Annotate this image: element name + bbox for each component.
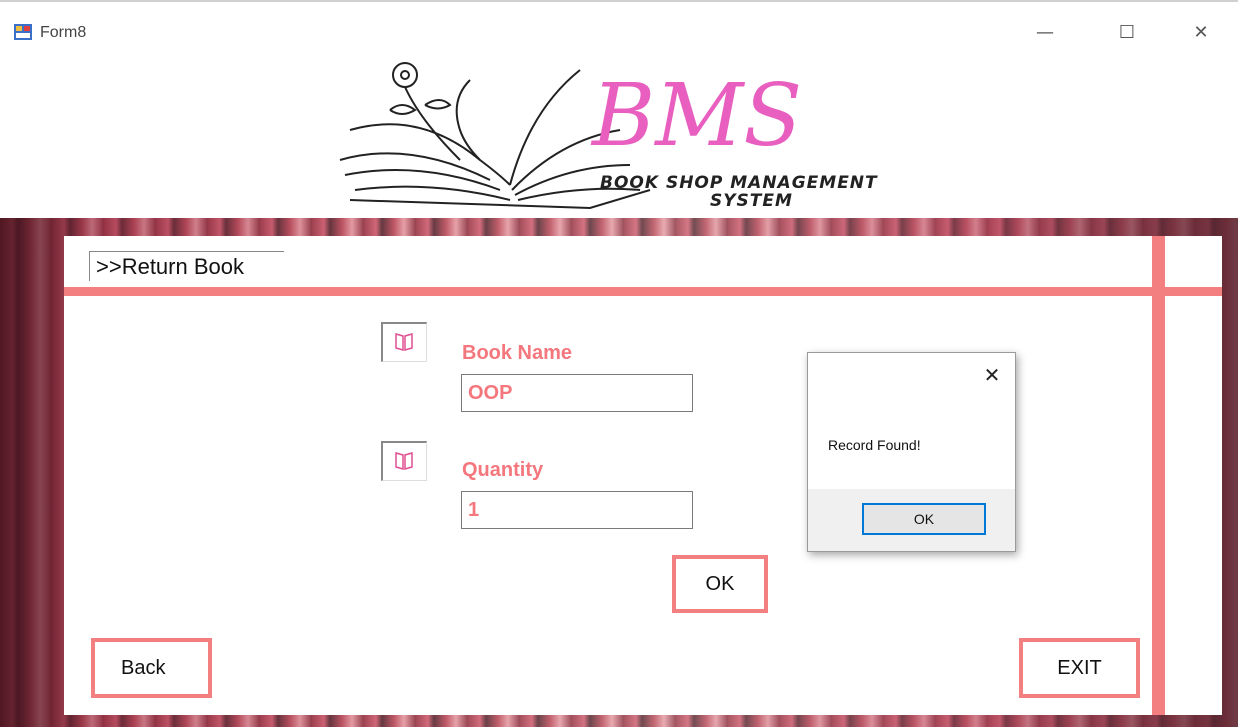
ok-button[interactable]: OK (672, 555, 768, 613)
book-icon (381, 322, 427, 362)
back-button[interactable]: Back (91, 638, 212, 698)
logo-line-2: SYSTEM (710, 191, 793, 211)
exit-button[interactable]: EXIT (1019, 638, 1140, 698)
quantity-input[interactable]: 1 (461, 491, 693, 529)
logo-bms-text: BMS (590, 66, 802, 166)
vertical-divider (1152, 236, 1165, 715)
book-name-input[interactable]: OOP (461, 374, 693, 412)
message-box-close-icon[interactable]: ✕ (980, 363, 1004, 387)
horizontal-divider (64, 287, 1222, 296)
app-icon (14, 24, 32, 40)
book-name-label: Book Name (462, 342, 573, 364)
maximize-button[interactable]: ☐ (1104, 16, 1150, 50)
bms-logo: BMS BOOK SHOP MANAGEMENT SYSTEM (339, 62, 878, 211)
message-box-ok-button[interactable]: OK (862, 503, 986, 535)
section-title: >>Return Book (89, 251, 284, 281)
message-text: Record Found! (828, 437, 921, 453)
message-box: ✕ Record Found! OK (807, 352, 1016, 552)
logo-line-1: BOOK SHOP MANAGEMENT (600, 173, 878, 193)
minimize-button[interactable]: — (1022, 16, 1068, 50)
book-icon (381, 441, 427, 481)
window-title: Form8 (40, 24, 87, 41)
quantity-label: Quantity (462, 459, 544, 481)
close-button[interactable]: ✕ (1178, 16, 1224, 50)
